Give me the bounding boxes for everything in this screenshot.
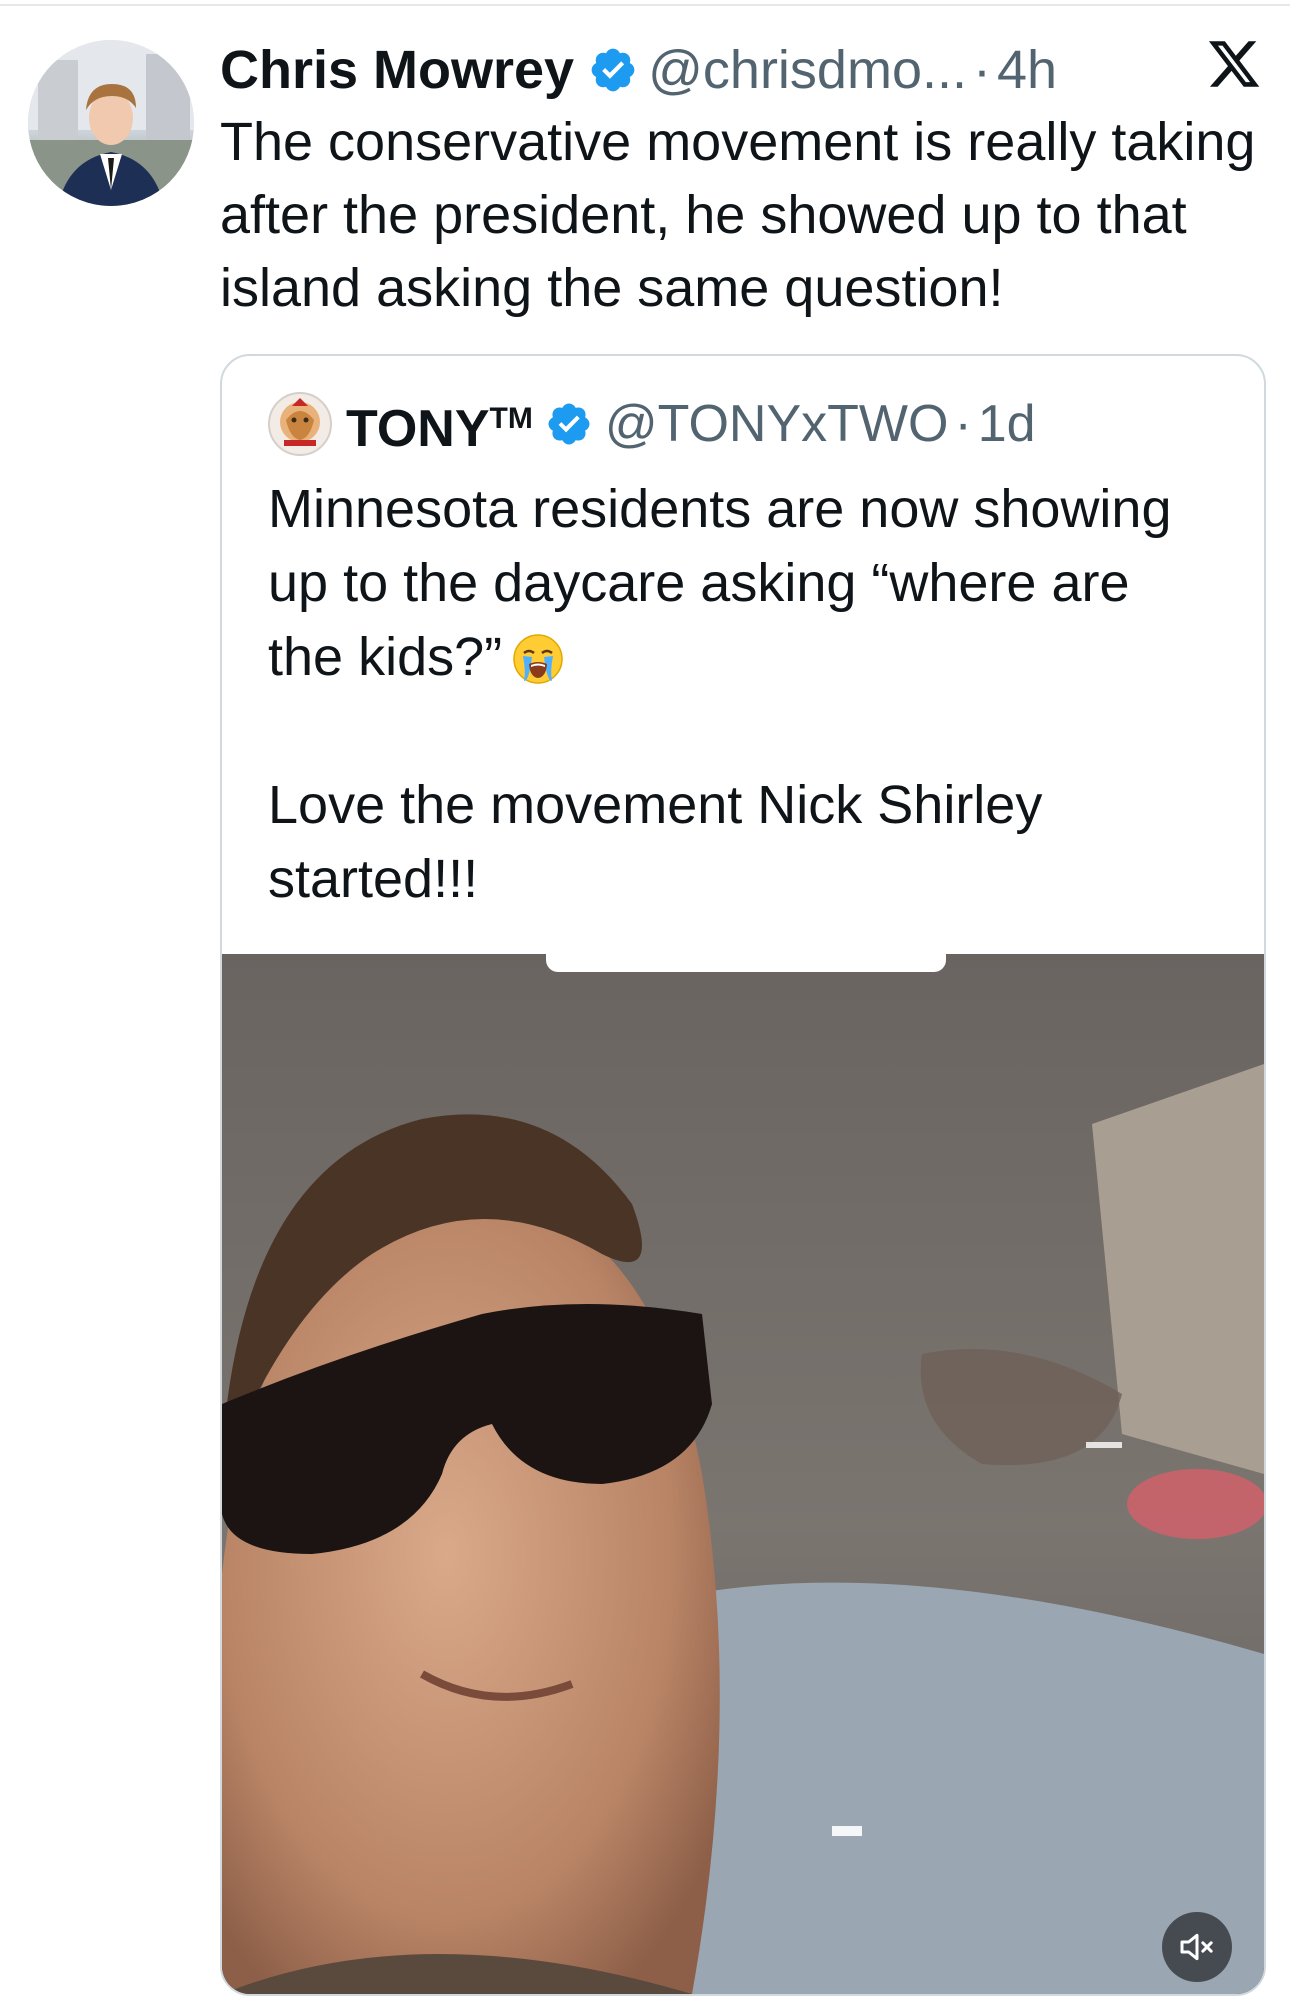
quoted-author-handle[interactable]: @TONYxTWO (605, 384, 949, 464)
quoted-author-name[interactable]: TONYTM (346, 379, 533, 469)
tweet-text: The conservative movement is really taki… (220, 112, 1256, 318)
author-handle[interactable]: @chrisdmo... (648, 30, 967, 110)
x-logo-icon (1208, 41, 1260, 87)
top-divider (0, 4, 1290, 6)
tweet-timestamp[interactable]: 4h (997, 30, 1057, 110)
author-avatar[interactable] (28, 40, 194, 206)
quoted-author-avatar[interactable] (268, 392, 332, 456)
video-top-handle (546, 954, 946, 972)
quoted-paragraph: Love the movement Nick Shirley started!!… (268, 775, 1043, 909)
verified-badge-icon (548, 403, 590, 445)
quoted-tweet-text: Minnesota residents are now showing up t… (268, 472, 1218, 916)
video-player[interactable] (222, 954, 1264, 1994)
mute-button[interactable] (1162, 1912, 1232, 1982)
trademark-mark: TM (489, 402, 533, 435)
quoted-tweet-header: TONYTM @TONYxTWO · 1d (268, 384, 1036, 464)
video-frame (222, 954, 1264, 1994)
separator-dot: · (972, 40, 991, 100)
verified-badge-icon (591, 48, 635, 92)
volume-muted-icon (1180, 1933, 1213, 1961)
separator-dot: · (954, 395, 972, 453)
author-name[interactable]: Chris Mowrey (220, 30, 574, 110)
quoted-paragraph: Minnesota residents are now showing up t… (268, 479, 1172, 687)
quoted-tweet-card[interactable]: TONYTM @TONYxTWO · 1d Minnesota resident… (220, 354, 1266, 1996)
loudly-crying-face-icon (513, 634, 563, 684)
tweet-header: Chris Mowrey @chrisdmo... · 4h (220, 30, 1057, 110)
quoted-tweet-timestamp[interactable]: 1d (978, 384, 1036, 464)
